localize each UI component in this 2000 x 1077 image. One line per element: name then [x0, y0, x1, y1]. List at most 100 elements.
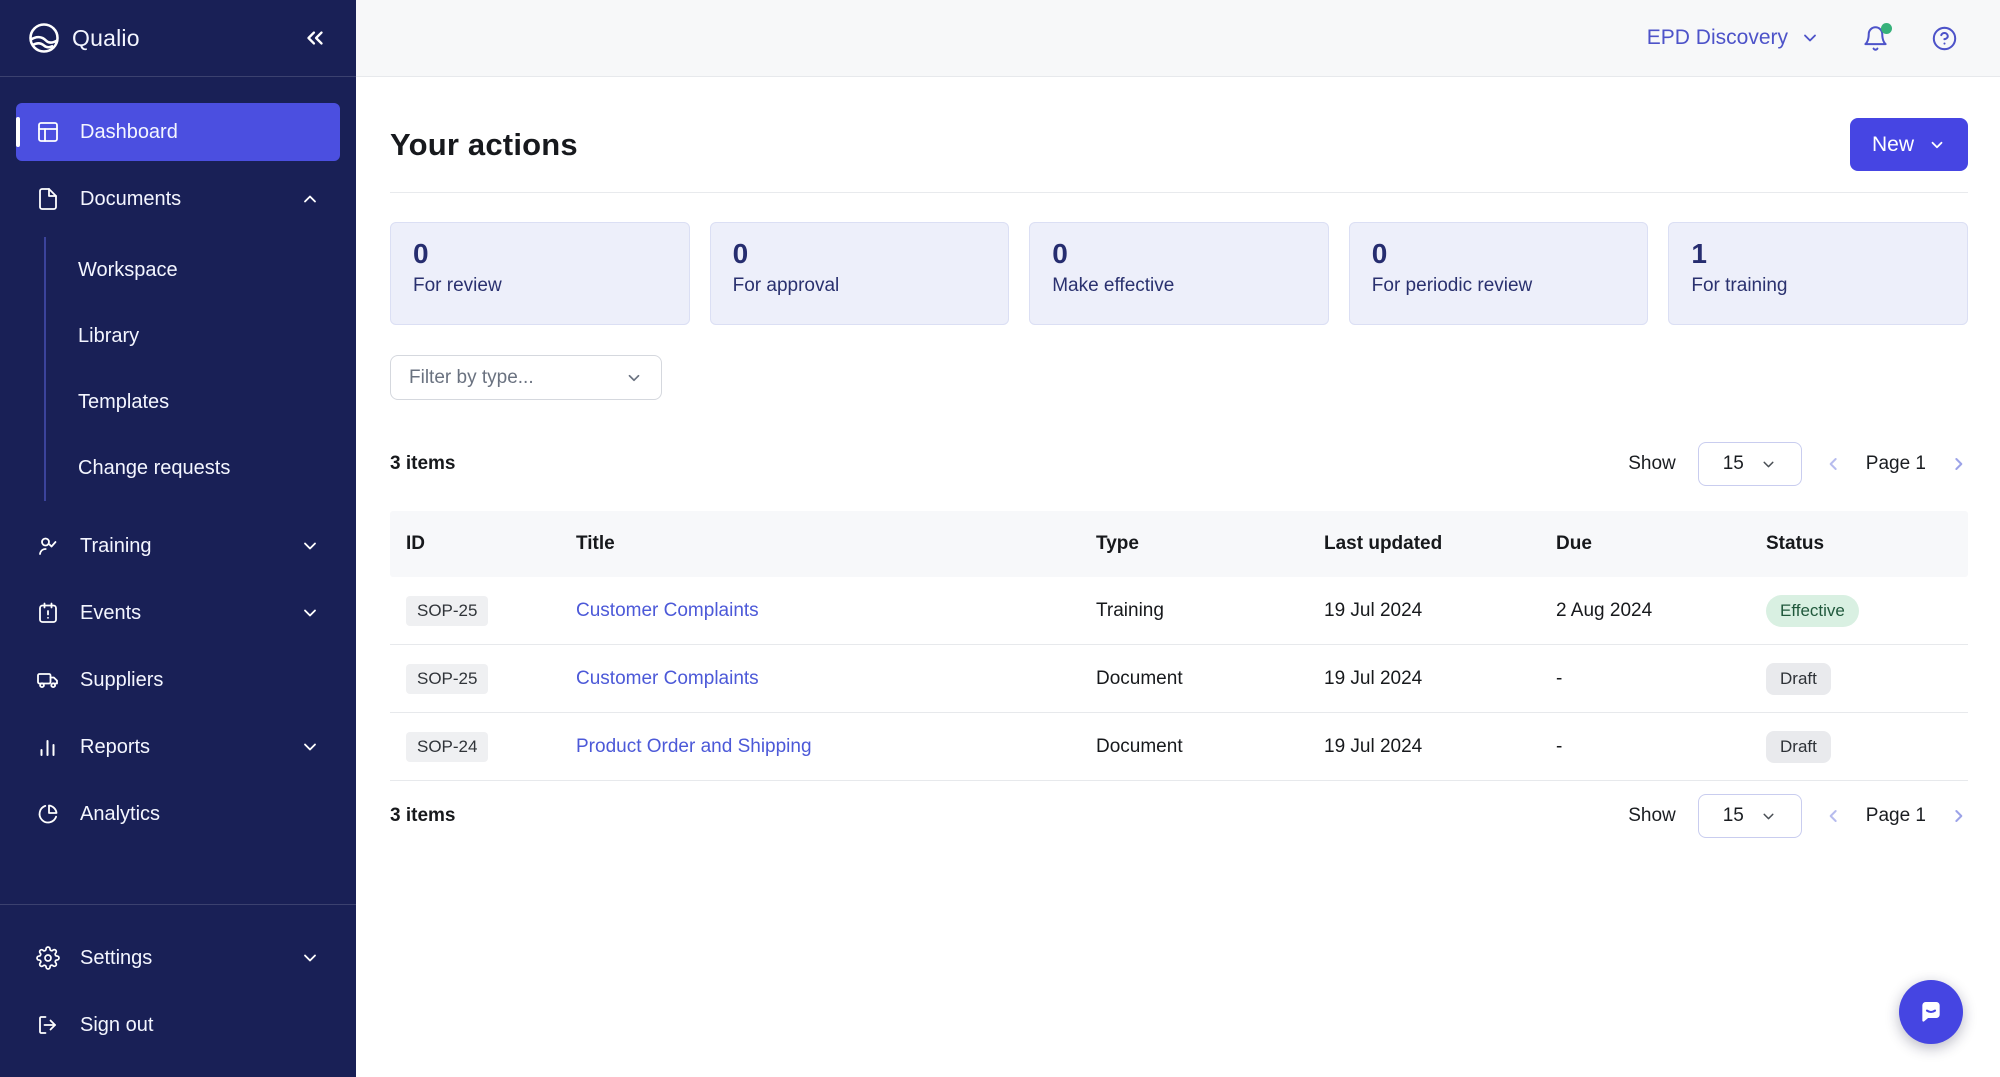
column-header-due: Due: [1540, 533, 1750, 555]
stat-card-for-approval[interactable]: 0 For approval: [710, 222, 1010, 325]
filter-by-type-select[interactable]: Filter by type...: [390, 355, 662, 400]
qualio-logo-icon: [26, 20, 62, 56]
log-out-icon: [36, 1013, 60, 1037]
status-badge: Effective: [1766, 595, 1859, 627]
sidebar-item-training[interactable]: Training: [16, 517, 340, 575]
sidebar-item-analytics[interactable]: Analytics: [16, 785, 340, 843]
sidebar-subitem-library[interactable]: Library: [46, 303, 356, 369]
page-size-select[interactable]: 15: [1698, 442, 1802, 486]
workspace-name: EPD Discovery: [1647, 26, 1788, 50]
stat-value: 0: [1052, 238, 1306, 270]
table-row: SOP-25 Customer Complaints Training 19 J…: [390, 577, 1968, 645]
stat-value: 0: [413, 238, 667, 270]
cell-type: Document: [1080, 736, 1308, 758]
filter-placeholder: Filter by type...: [409, 367, 534, 389]
page-size-select[interactable]: 15: [1698, 794, 1802, 838]
sidebar-subitem-label: Change requests: [78, 457, 230, 480]
stat-label: For review: [413, 275, 667, 297]
sidebar-subitem-workspace[interactable]: Workspace: [46, 237, 356, 303]
sidebar-item-events[interactable]: Events: [16, 584, 340, 642]
chat-bubble-icon: [1915, 996, 1947, 1028]
page-indicator: Page 1: [1866, 805, 1926, 827]
chevron-down-icon: [1800, 28, 1820, 48]
help-circle-icon: [1931, 25, 1958, 52]
stat-card-for-training[interactable]: 1 For training: [1668, 222, 1968, 325]
chevron-down-icon: [1760, 808, 1777, 825]
actions-table: ID Title Type Last updated Due Status SO…: [390, 511, 1968, 781]
stat-label: Make effective: [1052, 275, 1306, 297]
document-file-icon: [36, 187, 60, 211]
sidebar-collapse-button[interactable]: [302, 25, 328, 51]
chat-launcher-button[interactable]: [1899, 980, 1963, 1044]
column-header-last-updated: Last updated: [1308, 533, 1540, 555]
topbar: EPD Discovery: [356, 0, 2000, 77]
page-indicator: Page 1: [1866, 453, 1926, 475]
sidebar-footer: Settings Sign out: [0, 904, 356, 1077]
sidebar-subitem-templates[interactable]: Templates: [46, 369, 356, 435]
column-header-type: Type: [1080, 533, 1308, 555]
cell-due: -: [1540, 668, 1750, 690]
sidebar-item-documents[interactable]: Documents: [16, 170, 340, 228]
document-title-link[interactable]: Customer Complaints: [576, 600, 759, 621]
help-button[interactable]: [1931, 25, 1958, 52]
cell-last-updated: 19 Jul 2024: [1308, 736, 1540, 758]
gear-icon: [36, 946, 60, 970]
page-title: Your actions: [390, 127, 578, 163]
stat-card-for-review[interactable]: 0 For review: [390, 222, 690, 325]
chevron-down-icon: [300, 737, 320, 757]
sidebar-item-label: Reports: [80, 736, 150, 759]
pagination-top: Show 15 Page 1: [1628, 442, 1968, 486]
sidebar-subitem-label: Templates: [78, 391, 169, 414]
dashboard-layout-icon: [36, 120, 60, 144]
chevron-down-icon: [300, 603, 320, 623]
sidebar-item-label: Documents: [80, 188, 181, 211]
chevron-down-icon: [625, 369, 643, 387]
user-check-icon: [36, 534, 60, 558]
bar-chart-icon: [36, 735, 60, 759]
sidebar-item-sign-out[interactable]: Sign out: [16, 996, 340, 1054]
document-id-badge: SOP-25: [406, 596, 488, 626]
cell-due: 2 Aug 2024: [1540, 600, 1750, 622]
sidebar-subitem-label: Library: [78, 325, 139, 348]
new-button[interactable]: New: [1850, 118, 1968, 171]
sidebar-item-label: Training: [80, 535, 152, 558]
sidebar-item-suppliers[interactable]: Suppliers: [16, 651, 340, 709]
status-badge: Draft: [1766, 663, 1831, 695]
document-title-link[interactable]: Customer Complaints: [576, 668, 759, 689]
next-page-button[interactable]: [1948, 806, 1968, 826]
sidebar-item-dashboard[interactable]: Dashboard: [16, 103, 340, 161]
chevron-down-icon: [1760, 456, 1777, 473]
page-header: Your actions New: [390, 77, 1968, 192]
chevron-right-icon: [1948, 454, 1968, 474]
sidebar-item-label: Suppliers: [80, 669, 163, 692]
next-page-button[interactable]: [1948, 454, 1968, 474]
double-chevron-left-icon: [302, 25, 328, 51]
sidebar-item-label: Events: [80, 602, 141, 625]
stat-card-for-periodic-review[interactable]: 0 For periodic review: [1349, 222, 1649, 325]
notifications-button[interactable]: [1862, 25, 1889, 52]
previous-page-button[interactable]: [1824, 806, 1844, 826]
sidebar-item-settings[interactable]: Settings: [16, 929, 340, 987]
page-size-value: 15: [1723, 453, 1744, 475]
chevron-left-icon: [1824, 806, 1844, 826]
app-root: Qualio Dashboard: [0, 0, 2000, 1077]
sidebar: Qualio Dashboard: [0, 0, 356, 1077]
items-count-bottom: 3 items: [390, 805, 455, 827]
stat-card-make-effective[interactable]: 0 Make effective: [1029, 222, 1329, 325]
sidebar-item-reports[interactable]: Reports: [16, 718, 340, 776]
stat-label: For training: [1691, 275, 1945, 297]
pagination-bottom: Show 15 Page 1: [1628, 794, 1968, 838]
workspace-switcher[interactable]: EPD Discovery: [1647, 26, 1820, 50]
items-count-top: 3 items: [390, 453, 455, 475]
brand-name: Qualio: [72, 25, 140, 52]
chevron-up-icon: [300, 189, 320, 209]
table-row: SOP-24 Product Order and Shipping Docume…: [390, 713, 1968, 781]
sidebar-item-label: Dashboard: [80, 121, 178, 144]
header-divider: [390, 192, 1968, 193]
document-title-link[interactable]: Product Order and Shipping: [576, 736, 812, 757]
document-id-badge: SOP-24: [406, 732, 488, 762]
sidebar-subitem-label: Workspace: [78, 259, 178, 282]
table-row: SOP-25 Customer Complaints Document 19 J…: [390, 645, 1968, 713]
previous-page-button[interactable]: [1824, 454, 1844, 474]
sidebar-subitem-change-requests[interactable]: Change requests: [46, 435, 356, 501]
